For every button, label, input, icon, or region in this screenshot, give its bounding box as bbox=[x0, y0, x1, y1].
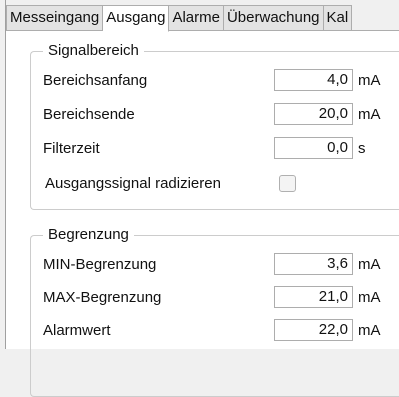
min-begrenzung-row: MIN-Begrenzung mA bbox=[31, 253, 399, 277]
bereichsende-label: Bereichsende bbox=[43, 106, 135, 123]
max-begrenzung-row: MAX-Begrenzung mA bbox=[31, 286, 399, 310]
radizieren-row: Ausgangssignal radizieren bbox=[31, 172, 399, 196]
radizieren-checkbox[interactable] bbox=[279, 175, 296, 192]
filterzeit-input[interactable] bbox=[274, 137, 353, 159]
bereichsanfang-unit: mA bbox=[358, 72, 381, 89]
begrenzung-group: Begrenzung MIN-Begrenzung mA MAX-Begrenz… bbox=[30, 226, 399, 397]
alarmwert-unit: mA bbox=[358, 322, 381, 339]
min-begrenzung-label: MIN-Begrenzung bbox=[43, 256, 157, 273]
alarmwert-label: Alarmwert bbox=[43, 322, 111, 339]
tab-ueberwachung[interactable]: Überwachung bbox=[223, 5, 324, 31]
bereichsanfang-label: Bereichsanfang bbox=[43, 72, 148, 89]
bereichsanfang-input[interactable] bbox=[274, 69, 353, 91]
signalbereich-title: Signalbereich bbox=[43, 42, 144, 60]
begrenzung-title: Begrenzung bbox=[43, 226, 134, 244]
bereichsende-row: Bereichsende mA bbox=[31, 103, 399, 127]
bereichsanfang-row: Bereichsanfang mA bbox=[31, 69, 399, 93]
filterzeit-row: Filterzeit s bbox=[31, 137, 399, 161]
tab-panel-ausgang: Signalbereich Bereichsanfang mA Bereichs… bbox=[6, 31, 399, 397]
tab-messeingang[interactable]: Messeingang bbox=[6, 5, 104, 31]
bereichsende-input[interactable] bbox=[274, 103, 353, 125]
max-begrenzung-unit: mA bbox=[358, 289, 381, 306]
alarmwert-row: Alarmwert mA bbox=[31, 319, 399, 343]
tab-ausgang[interactable]: Ausgang bbox=[103, 5, 170, 32]
tab-alarme[interactable]: Alarme bbox=[169, 5, 224, 31]
max-begrenzung-label: MAX-Begrenzung bbox=[43, 289, 162, 306]
min-begrenzung-input[interactable] bbox=[274, 253, 353, 275]
filterzeit-label: Filterzeit bbox=[43, 140, 100, 157]
filterzeit-unit: s bbox=[358, 140, 366, 157]
tab-bar: Messeingang Ausgang Alarme Überwachung K… bbox=[6, 5, 399, 32]
min-begrenzung-unit: mA bbox=[358, 256, 381, 273]
radizieren-label: Ausgangssignal radizieren bbox=[45, 175, 221, 192]
bereichsende-unit: mA bbox=[358, 106, 381, 123]
signalbereich-group: Signalbereich Bereichsanfang mA Bereichs… bbox=[30, 42, 399, 210]
alarmwert-input[interactable] bbox=[274, 319, 353, 341]
tab-kal[interactable]: Kal bbox=[323, 5, 353, 31]
max-begrenzung-input[interactable] bbox=[274, 286, 353, 308]
